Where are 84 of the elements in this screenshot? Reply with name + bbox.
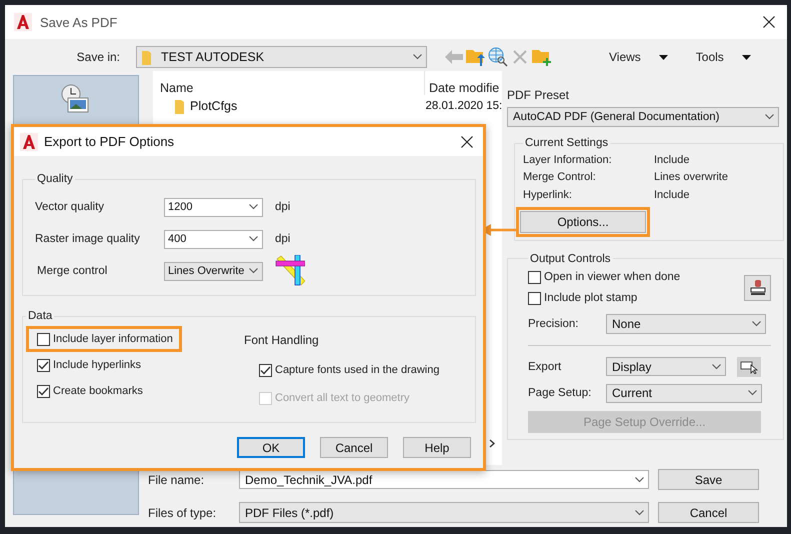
folder-icon xyxy=(142,50,151,64)
setting-value: Include xyxy=(654,154,690,166)
caret-icon xyxy=(742,54,751,60)
checkbox-label[interactable]: Create bookmarks xyxy=(53,385,143,397)
checkbox-label[interactable]: Include layer information xyxy=(53,333,173,345)
dialog-title: Export to PDF Options xyxy=(44,134,176,149)
setting-value: Include xyxy=(654,188,690,201)
file-type-dropdown[interactable]: PDF Files (*.pdf) xyxy=(239,502,649,523)
checkbox[interactable] xyxy=(37,358,50,372)
checkbox-label[interactable]: Capture fonts used in the drawing xyxy=(275,364,440,376)
merge-lines-icon xyxy=(275,255,305,287)
close-icon[interactable] xyxy=(763,16,775,28)
quality-label: Raster image quality xyxy=(35,233,141,245)
cancel-button[interactable]: Cancel xyxy=(658,502,759,523)
checkbox[interactable] xyxy=(37,384,50,398)
page-setup-label: Page Setup: xyxy=(528,387,592,399)
page-setup-dropdown[interactable]: Current xyxy=(606,384,762,402)
quality-label: Merge control xyxy=(36,265,108,277)
checkbox[interactable] xyxy=(37,332,50,346)
checkbox-label[interactable]: Include plot stamp xyxy=(544,292,638,304)
folder-icon xyxy=(175,98,184,114)
quality-dropdown[interactable]: 400 xyxy=(164,230,263,248)
export-label: Export xyxy=(528,360,562,372)
setting-value: Lines overwrite xyxy=(654,171,728,184)
export-dropdown[interactable]: Display xyxy=(606,357,726,376)
precision-label: Precision: xyxy=(528,318,580,330)
chevron-down-icon xyxy=(748,390,757,396)
chevron-down-icon xyxy=(635,510,644,516)
font-handling-title: Font Handling xyxy=(244,333,319,347)
chevron-down-icon xyxy=(249,268,258,274)
scroll-right-icon[interactable] xyxy=(489,439,495,448)
autocad-icon xyxy=(14,13,32,31)
quality-label: Vector quality xyxy=(35,201,106,213)
plot-stamp-button[interactable] xyxy=(744,274,771,300)
file-name-label: File name: xyxy=(148,472,206,486)
caret-icon xyxy=(658,54,668,60)
chevron-down-icon xyxy=(413,54,422,60)
stamp-icon xyxy=(748,278,766,296)
chevron-down-icon xyxy=(249,204,258,210)
file-name-cell[interactable]: PlotCfgs xyxy=(153,98,422,114)
options-button[interactable]: Options... xyxy=(520,210,646,232)
group-title: Quality xyxy=(36,173,74,185)
window-cursor-icon xyxy=(740,360,758,374)
dialog-button[interactable]: Cancel xyxy=(320,437,388,458)
unit-label: dpi xyxy=(275,201,292,213)
checkbox[interactable] xyxy=(528,270,541,284)
unit-label: dpi xyxy=(275,233,292,245)
setting-label: Hyperlink: xyxy=(523,188,573,201)
file-name-field[interactable]: Demo_Technik_JVA.pdf xyxy=(239,470,649,489)
window-title: Save As PDF xyxy=(40,14,118,30)
save-in-dropdown[interactable]: TEST AUTODESK xyxy=(136,46,427,68)
column-header[interactable]: Date modifie xyxy=(424,71,502,95)
file-type-label: Files of type: xyxy=(148,506,218,520)
checkbox[interactable] xyxy=(259,364,272,376)
quality-dropdown[interactable]: Lines Overwrite xyxy=(164,262,263,280)
dialog-button[interactable]: OK xyxy=(237,437,305,458)
quality-dropdown[interactable]: 1200 xyxy=(164,198,263,216)
setting-label: Merge Control: xyxy=(523,171,597,184)
group-title: Data xyxy=(27,310,54,322)
precision-dropdown[interactable]: None xyxy=(606,314,766,334)
chevron-down-icon xyxy=(635,476,644,482)
group-title: Current Settings xyxy=(524,137,610,149)
checkbox-label[interactable]: Include hyperlinks xyxy=(53,359,142,371)
pdf-preset-dropdown[interactable]: AutoCAD PDF (General Documentation) xyxy=(507,107,779,127)
close-icon[interactable] xyxy=(461,136,473,148)
dialog-button[interactable]: Help xyxy=(403,437,471,458)
setting-label: Layer Information: xyxy=(523,154,613,166)
pdf-preset-label: PDF Preset xyxy=(507,88,570,102)
autocad-icon xyxy=(20,132,38,150)
checkbox[interactable] xyxy=(528,292,541,304)
column-header[interactable]: Name xyxy=(153,71,424,95)
checkbox-label[interactable]: Open in viewer when done xyxy=(544,271,680,283)
chevron-down-icon xyxy=(752,320,761,326)
chevron-down-icon xyxy=(249,236,258,242)
menu-button[interactable]: Views xyxy=(609,50,668,64)
save-button[interactable]: Save xyxy=(658,469,759,490)
chevron-down-icon xyxy=(765,114,774,120)
globe-search-icon[interactable] xyxy=(487,46,509,68)
date-cell-text: 28.01.2020 15: xyxy=(424,100,502,112)
chevron-down-icon xyxy=(712,364,721,370)
menu-button[interactable]: Tools xyxy=(696,50,751,64)
save-in-label: Save in: xyxy=(76,50,121,64)
group-title: Output Controls xyxy=(529,252,612,264)
select-objects-button[interactable] xyxy=(737,356,761,376)
